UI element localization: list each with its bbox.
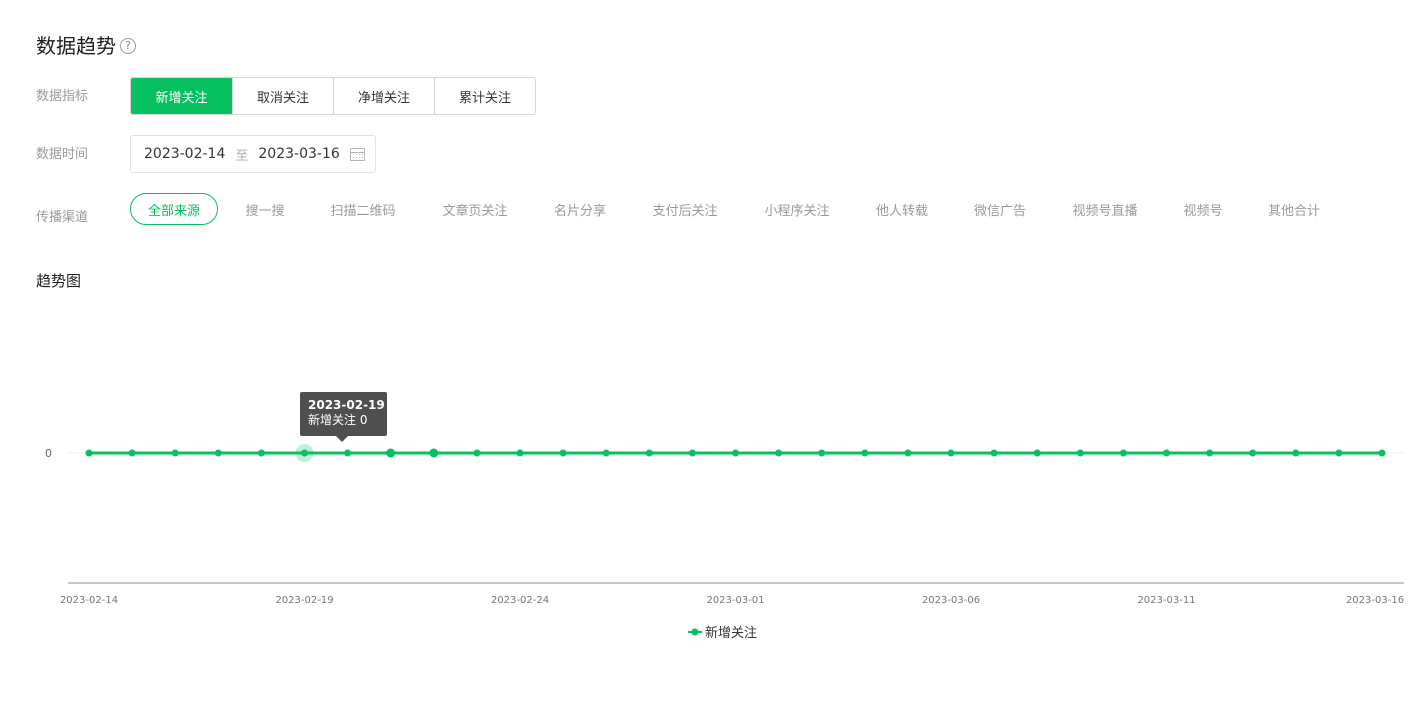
data-point <box>171 449 179 457</box>
data-point <box>1033 449 1041 457</box>
data-point <box>128 449 136 457</box>
data-point <box>645 449 653 457</box>
x-tick-label: 2023-02-14 <box>60 595 118 606</box>
data-point <box>688 449 696 457</box>
legend-label: 新增关注 <box>705 625 757 641</box>
data-point <box>85 449 93 457</box>
x-tick-label: 2023-02-24 <box>491 595 549 606</box>
x-tick-label: 2023-03-11 <box>1137 595 1195 606</box>
data-point <box>904 449 912 457</box>
x-tick-label: 2023-02-19 <box>275 595 333 606</box>
data-point <box>214 449 222 457</box>
data-point <box>473 449 481 457</box>
data-point <box>1335 449 1343 457</box>
data-point <box>602 449 610 457</box>
data-point <box>990 449 998 457</box>
data-point <box>1378 449 1386 457</box>
data-point <box>1076 449 1084 457</box>
data-point <box>861 449 869 457</box>
x-tick-label: 2023-03-01 <box>706 595 764 606</box>
chart-tooltip: 2023-02-19 新增关注 0 <box>300 392 387 442</box>
data-point <box>559 449 567 457</box>
data-point <box>344 449 352 457</box>
data-point <box>386 448 396 458</box>
data-point <box>732 449 739 457</box>
tooltip-date: 2023-02-19 <box>308 398 385 412</box>
data-point <box>818 449 826 457</box>
data-point <box>301 449 308 457</box>
x-tick-label: 2023-03-16 <box>1346 595 1404 606</box>
data-point <box>947 449 955 457</box>
data-point <box>257 449 265 457</box>
data-point <box>516 449 524 457</box>
data-point <box>429 448 439 458</box>
data-point <box>1249 449 1257 457</box>
tooltip-value: 新增关注 0 <box>308 413 368 427</box>
y-tick-label: 0 <box>45 447 52 460</box>
data-point <box>1119 449 1127 457</box>
x-tick-label: 2023-03-06 <box>922 595 980 606</box>
data-point <box>1292 449 1300 457</box>
trend-chart: 0 2023-02-14 2023-02-19 2023-02-24 2023-03-0… <box>45 444 1404 641</box>
legend-marker <box>691 628 699 636</box>
data-point <box>1206 449 1214 457</box>
data-point <box>775 449 783 457</box>
data-point <box>1163 449 1170 457</box>
